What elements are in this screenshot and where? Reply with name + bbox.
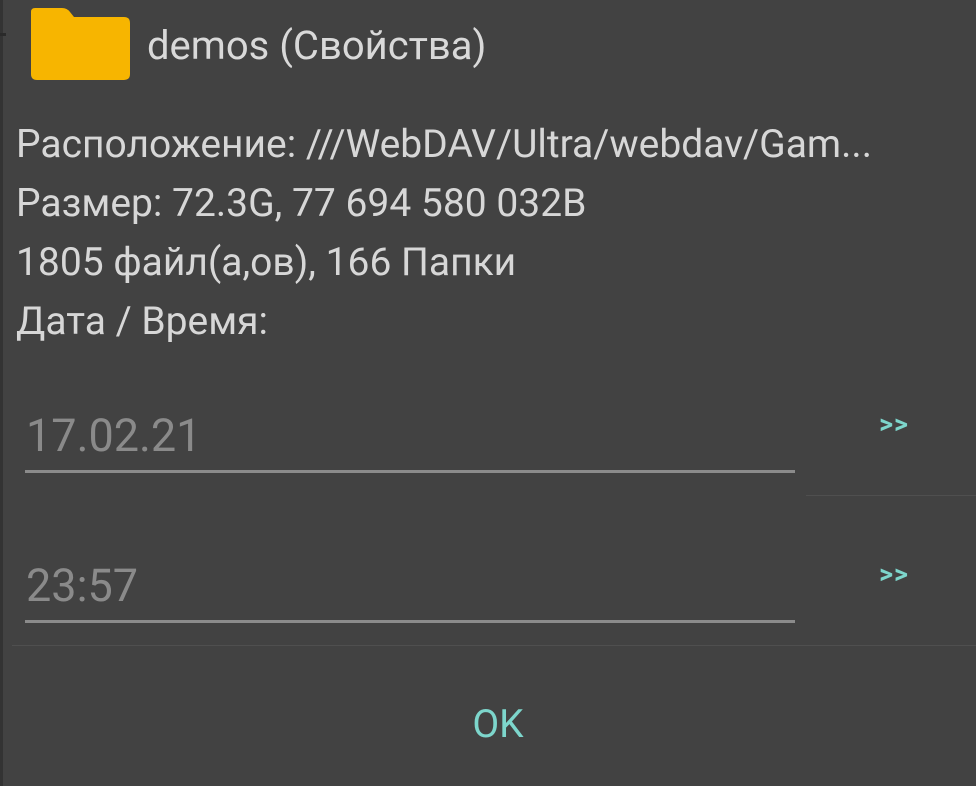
properties-dialog: demos (Свойства) Расположение: ///WebDAV…: [0, 0, 976, 786]
time-next-button[interactable]: >>: [862, 554, 926, 594]
date-field-underline: [25, 470, 795, 473]
folder-icon: [31, 8, 130, 80]
datetime-label: Дата / Время:: [16, 298, 268, 344]
ok-button[interactable]: OK: [448, 696, 548, 752]
left-edge-mark: [0, 33, 6, 36]
time-field[interactable]: 23:57: [26, 560, 138, 612]
dialog-title: demos (Свойства): [147, 22, 487, 69]
date-field[interactable]: 17.02.21: [26, 410, 201, 462]
size-text: Размер: 72.3G, 77 694 580 032B: [16, 180, 587, 226]
location-text: Расположение: ///WebDAV/Ultra/webdav/Gam…: [16, 121, 872, 167]
date-row-divider: [806, 495, 976, 496]
date-next-button[interactable]: >>: [862, 404, 926, 444]
file-folder-count-text: 1805 файл(а,ов), 166 Папки: [16, 239, 517, 285]
left-edge: [0, 0, 3, 786]
time-field-underline: [25, 620, 795, 623]
time-row-divider: [12, 645, 976, 646]
